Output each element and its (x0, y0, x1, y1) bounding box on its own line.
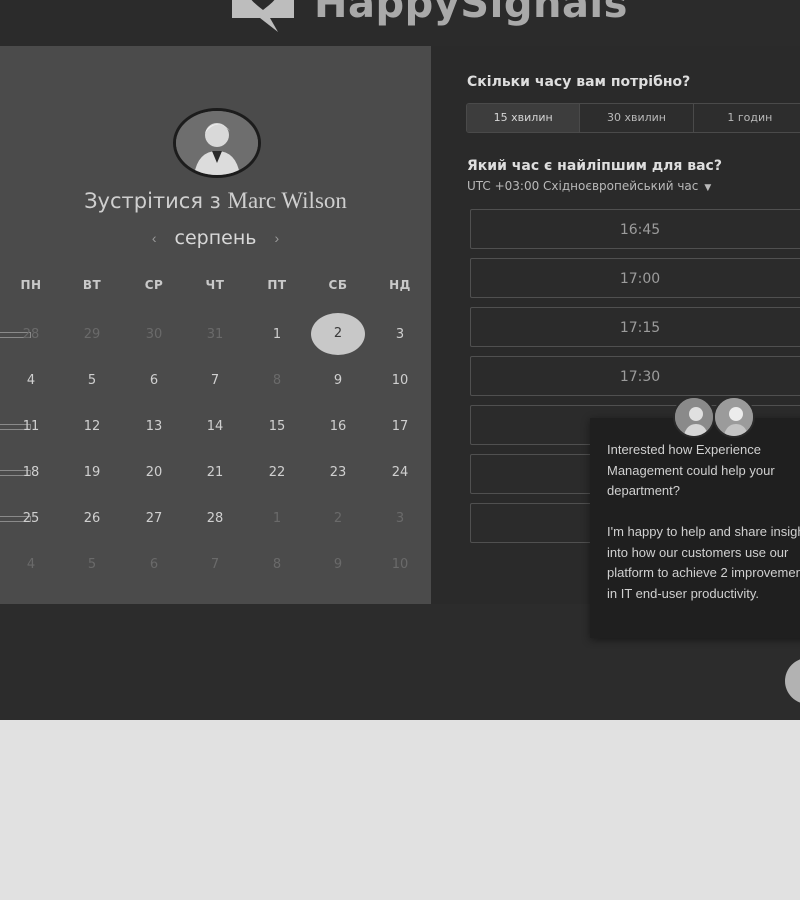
time-slot-button[interactable]: 17:15 (470, 307, 800, 347)
calendar-day[interactable]: 6 (134, 373, 174, 388)
weekday-label: ПН (20, 278, 42, 292)
calendar-day[interactable]: 26 (72, 511, 112, 526)
calendar-day[interactable]: 19 (72, 465, 112, 480)
calendar-day: 3 (395, 511, 405, 526)
calendar-day[interactable]: 4 (11, 373, 51, 388)
month-navigation: ‹ серпень › (0, 227, 431, 249)
calendar-day[interactable]: 28 (195, 511, 235, 526)
timezone-label: UTC +03:00 Східноєвропейський час (467, 179, 699, 193)
weekday-label: ЧТ (205, 278, 225, 292)
person-icon (715, 398, 753, 436)
weekday-label: СР (144, 278, 164, 292)
calendar-day[interactable]: 18 (11, 465, 51, 480)
calendar-panel: Зустрітися з Marc Wilson ‹ серпень › ПН В… (0, 46, 431, 604)
meeting-title-prefix: Зустрітися з (84, 189, 221, 213)
calendar-day: 7 (210, 557, 220, 572)
next-month-icon[interactable]: › (274, 230, 279, 246)
selected-day[interactable]: 2 (311, 313, 365, 355)
chat-message-body: I'm happy to help and share insight into… (607, 524, 800, 601)
calendar-day[interactable]: 12 (72, 419, 112, 434)
calendar-day: 28 (22, 327, 40, 342)
duration-option[interactable]: 15 хвилин (467, 104, 581, 132)
calendar-day[interactable]: 25 (11, 511, 51, 526)
time-slot-button[interactable]: 16:45 (470, 209, 800, 249)
timezone-select[interactable]: UTC +03:00 Східноєвропейський час ▼ (467, 179, 711, 193)
weekday-label: НД (389, 278, 411, 292)
weekday-label: ПТ (267, 278, 287, 292)
time-question: Який час є найліпшим для вас? (467, 158, 722, 174)
calendar-day: 29 (83, 327, 101, 342)
calendar-day[interactable]: 1 (257, 327, 297, 342)
speech-bubble-heart-icon (232, 0, 294, 32)
calendar-day[interactable]: 5 (72, 373, 112, 388)
person-icon (176, 111, 258, 175)
calendar-day: 1 (272, 511, 282, 526)
calendar-day: 8 (272, 557, 282, 572)
calendar-day[interactable]: 22 (257, 465, 297, 480)
caret-down-icon: ▼ (704, 183, 712, 193)
calendar-day: 31 (206, 327, 224, 342)
calendar-day[interactable]: 14 (195, 419, 235, 434)
chat-message-popup[interactable]: Interested how Experience Management cou… (590, 418, 800, 638)
time-slot-button[interactable]: 17:30 (470, 356, 800, 396)
calendar-day: 4 (26, 557, 36, 572)
calendar-day[interactable]: 17 (380, 419, 420, 434)
calendar-day[interactable]: 3 (380, 327, 420, 342)
duration-option[interactable]: 1 годин (693, 104, 800, 132)
weekday-label: ВТ (82, 278, 102, 292)
agent-avatar (713, 396, 755, 438)
calendar-day[interactable]: 24 (380, 465, 420, 480)
calendar-day[interactable]: 27 (134, 511, 174, 526)
brand-logo[interactable]: HappySignals (226, 0, 628, 34)
calendar-day: 8 (272, 373, 282, 388)
agent-avatar (673, 396, 715, 438)
month-label: серпень (174, 227, 257, 249)
header: HappySignals (0, 0, 800, 46)
previous-month-icon[interactable]: ‹ (152, 230, 157, 246)
calendar-day[interactable]: 21 (195, 465, 235, 480)
host-name: Marc Wilson (227, 188, 347, 213)
calendar-day[interactable]: 15 (257, 419, 297, 434)
calendar-day[interactable]: 16 (318, 419, 358, 434)
weekday-label: СБ (328, 278, 348, 292)
calendar-day: 2 (333, 511, 343, 526)
booking-widget: HappySignals Зустрітися з Marc Wilson ‹ … (0, 0, 800, 720)
brand-name: HappySignals (314, 0, 628, 27)
calendar-day: 10 (391, 557, 409, 572)
calendar-day[interactable]: 7 (195, 373, 235, 388)
calendar-day: 9 (333, 557, 343, 572)
meeting-title: Зустрітися з Marc Wilson (0, 188, 431, 214)
time-slot-button[interactable]: 17:00 (470, 258, 800, 298)
calendar-day: 6 (149, 557, 159, 572)
calendar-day[interactable]: 20 (134, 465, 174, 480)
duration-selector: 15 хвилин 30 хвилин 1 годин (466, 103, 800, 133)
calendar-day[interactable]: 9 (318, 373, 358, 388)
host-avatar (173, 108, 261, 178)
calendar-day[interactable]: 23 (318, 465, 358, 480)
calendar-day[interactable]: 11 (11, 419, 51, 434)
duration-question: Скільки часу вам потрібно? (467, 74, 691, 90)
calendar-day[interactable]: 10 (380, 373, 420, 388)
calendar-day: 5 (87, 557, 97, 572)
chat-agents (673, 396, 769, 438)
duration-option[interactable]: 30 хвилин (580, 104, 694, 132)
chat-message-intro: Interested how Experience Management cou… (607, 442, 775, 499)
calendar-day: 30 (145, 327, 163, 342)
person-icon (675, 398, 713, 436)
calendar-day[interactable]: 13 (134, 419, 174, 434)
